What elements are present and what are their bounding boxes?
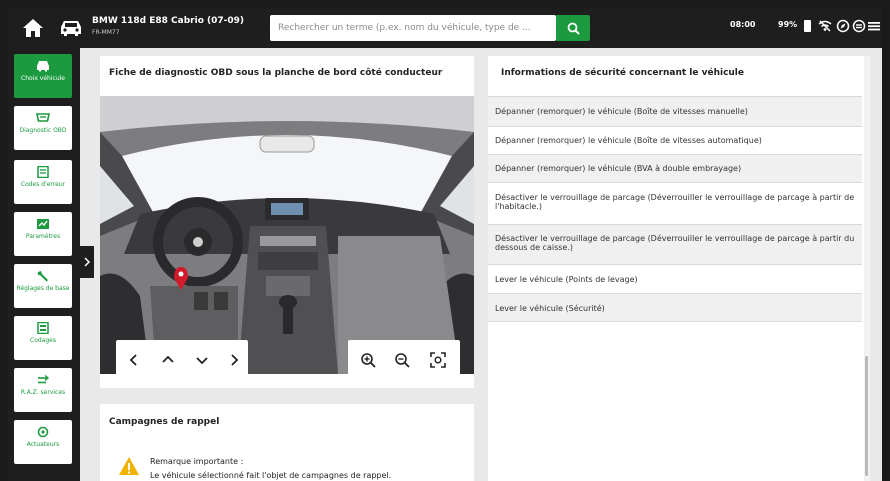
sidebar-item-label: Choix véhicule	[21, 75, 65, 82]
service-reset-icon	[38, 374, 50, 384]
sidebar-item-label: Réglages de base	[16, 285, 70, 292]
image-navigation-pad	[116, 340, 248, 374]
safety-list-item[interactable]: Lever le véhicule (Sécurité)	[488, 293, 862, 322]
parameters-icon	[37, 219, 49, 229]
safety-scrollbar-thumb[interactable]	[865, 356, 868, 476]
safety-list-item[interactable]: Dépanner (remorquer) le véhicule (BVA à …	[488, 154, 862, 182]
safety-card-title: Informations de sécurité concernant le v…	[501, 68, 744, 78]
coding-icon	[37, 322, 49, 334]
search-icon	[567, 22, 580, 35]
sidebar-item-parameters[interactable]: Paramètres	[14, 212, 72, 256]
search-box	[270, 15, 556, 41]
error-codes-icon	[37, 166, 49, 178]
car-interior-photo[interactable]	[100, 96, 474, 374]
sidebar: Choix véhicule Diagnostic OBD Codes d'er…	[8, 48, 80, 481]
sidebar-item-error-codes[interactable]: Codes d'erreur	[14, 160, 72, 204]
battery-icon	[804, 20, 811, 32]
sidebar-expand-button[interactable]	[80, 246, 94, 278]
sidebar-item-label: Diagnostic OBD	[19, 127, 67, 134]
actuators-icon	[37, 426, 49, 438]
safety-list-item[interactable]: Dépanner (remorquer) le véhicule (Boîte …	[488, 126, 862, 154]
recall-card-title: Campagnes de rappel	[109, 417, 220, 427]
recall-note-text: Le véhicule sélectionné fait l'objet de …	[150, 471, 392, 480]
home-icon[interactable]	[22, 18, 44, 38]
chevron-right-icon	[84, 257, 91, 267]
top-bar: BMW 118d E88 Cabrio (07-09) FR-MM77 08:0…	[8, 8, 882, 48]
sidebar-item-basic-settings[interactable]: Réglages de base	[14, 264, 72, 308]
vehicle-safety-info-card: Informations de sécurité concernant le v…	[488, 56, 870, 481]
wrench-icon	[37, 271, 48, 282]
zoom-reset-button[interactable]	[430, 352, 446, 368]
down-arrow-button[interactable]	[194, 352, 210, 368]
car-icon	[37, 61, 49, 72]
safety-list-item[interactable]: Désactiver le verrouillage de parcage (D…	[488, 224, 862, 264]
sidebar-item-label: Codages	[30, 337, 56, 344]
no-wifi-icon[interactable]	[818, 19, 832, 33]
safety-list-item[interactable]: Désactiver le verrouillage de parcage (D…	[488, 182, 862, 224]
vehicle-title: BMW 118d E88 Cabrio (07-09)	[92, 16, 245, 26]
zoom-out-button[interactable]	[394, 352, 410, 368]
sidebar-item-codings[interactable]: Codages	[14, 316, 72, 360]
connection-icon[interactable]	[852, 19, 866, 33]
sidebar-item-obd-diagnostic[interactable]: Diagnostic OBD	[14, 106, 72, 150]
obd-location-card: Fiche de diagnostic OBD sous la planche …	[100, 56, 474, 388]
recall-note-heading: Remarque importante :	[150, 457, 244, 466]
compass-icon[interactable]	[836, 19, 850, 33]
app-window: BMW 118d E88 Cabrio (07-09) FR-MM77 08:0…	[8, 8, 882, 481]
search-input[interactable]	[278, 15, 548, 41]
safety-list-item[interactable]: Dépanner (remorquer) le véhicule (Boîte …	[488, 96, 862, 126]
battery-level: 99%	[778, 20, 798, 29]
menu-icon[interactable]	[868, 19, 880, 33]
search-button[interactable]	[556, 15, 590, 41]
zoom-in-button[interactable]	[360, 352, 376, 368]
next-image-button[interactable]	[226, 352, 242, 368]
sidebar-item-service-reset[interactable]: R.A.Z. services	[14, 368, 72, 412]
sidebar-item-label: R.A.Z. services	[20, 389, 66, 396]
warning-icon	[119, 457, 139, 475]
obd-card-title: Fiche de diagnostic OBD sous la planche …	[109, 68, 443, 78]
up-arrow-button[interactable]	[160, 352, 176, 368]
sidebar-item-label: Actuateurs	[26, 441, 60, 448]
vehicle-icon[interactable]	[58, 19, 84, 37]
sidebar-item-label: Codes d'erreur	[20, 181, 66, 188]
safety-list-item[interactable]: Lever le véhicule (Points de levage)	[488, 264, 862, 293]
sidebar-item-vehicle-choice[interactable]: Choix véhicule	[14, 54, 72, 98]
clock: 08:00	[730, 20, 756, 29]
recall-campaigns-card: Campagnes de rappel Remarque importante …	[100, 404, 474, 481]
obd-connector-icon	[36, 113, 50, 122]
previous-image-button[interactable]	[126, 352, 142, 368]
safety-info-list: Dépanner (remorquer) le véhicule (Boîte …	[488, 96, 862, 322]
sidebar-item-actuators[interactable]: Actuateurs	[14, 420, 72, 464]
interior-illustration	[100, 96, 474, 374]
sidebar-item-label: Paramètres	[25, 233, 61, 240]
vehicle-plate: FR-MM77	[92, 29, 120, 36]
image-zoom-pad	[348, 340, 460, 374]
